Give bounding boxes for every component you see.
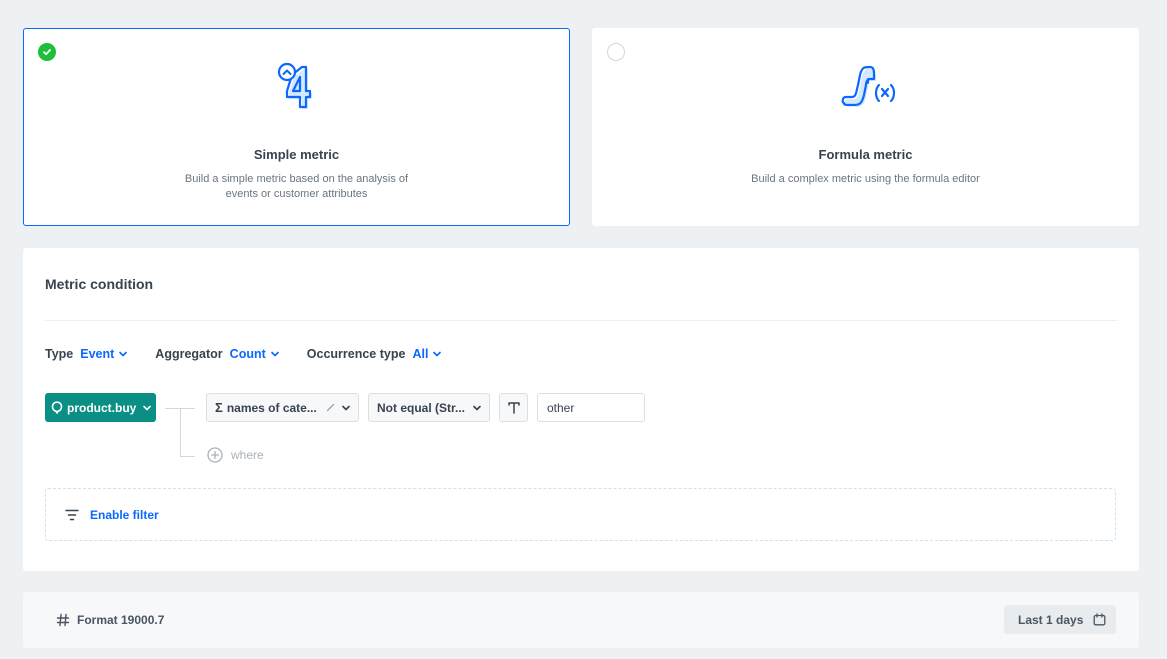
divider bbox=[45, 320, 1117, 321]
metric-condition-panel: Metric condition Type Event Aggregator C… bbox=[23, 248, 1139, 571]
value-type-button[interactable] bbox=[499, 393, 528, 422]
simple-metric-description: Build a simple metric based on the analy… bbox=[184, 173, 409, 200]
date-range-label: Last 1 days bbox=[1018, 612, 1084, 627]
occurrence-type-label: Occurrence type bbox=[306, 347, 406, 361]
chevron-down-icon bbox=[270, 351, 279, 357]
date-range-button[interactable]: Last 1 days bbox=[1004, 605, 1116, 634]
hash-icon bbox=[56, 613, 70, 627]
where-label: where bbox=[231, 448, 264, 462]
format-label: Format 19000.7 bbox=[77, 613, 165, 627]
chevron-down-icon bbox=[342, 405, 350, 410]
chevron-down-icon bbox=[433, 351, 442, 357]
radio-unchecked-icon[interactable] bbox=[607, 43, 625, 61]
simple-metric-card[interactable]: Simple metric Build a simple metric base… bbox=[23, 28, 570, 226]
chevron-down-icon bbox=[119, 351, 128, 357]
formula-metric-card[interactable]: Formula metric Build a complex metric us… bbox=[592, 28, 1139, 226]
enable-filter-label: Enable filter bbox=[90, 507, 159, 522]
plus-circle-icon bbox=[207, 447, 223, 463]
chevron-down-icon bbox=[143, 405, 152, 410]
filter-icon bbox=[65, 509, 79, 520]
text-type-icon bbox=[507, 401, 520, 414]
event-bubble-icon bbox=[51, 401, 63, 414]
event-label: product.buy bbox=[67, 400, 137, 415]
section-title: Metric condition bbox=[45, 276, 154, 292]
metric-footer: Format 19000.7 Last 1 days bbox=[23, 592, 1139, 648]
occurrence-type-param: Occurrence type All bbox=[307, 347, 442, 361]
aggregator-dropdown[interactable]: Count bbox=[230, 347, 279, 361]
formula-metric-description: Build a complex metric using the formula… bbox=[751, 173, 980, 185]
type-param: Type Event bbox=[45, 347, 128, 361]
format-button[interactable]: Format 19000.7 bbox=[56, 613, 164, 627]
add-where-button[interactable]: where bbox=[207, 447, 264, 463]
selected-check-icon bbox=[38, 43, 56, 61]
simple-metric-title: Simple metric bbox=[253, 147, 340, 162]
tree-connector bbox=[180, 408, 181, 456]
chevron-down-icon bbox=[473, 405, 481, 410]
sigma-icon: Σ bbox=[215, 400, 223, 415]
event-selector-button[interactable]: product.buy bbox=[45, 393, 156, 422]
filter-section: Enable filter bbox=[45, 488, 1116, 541]
attribute-select[interactable]: Σ names of cate... bbox=[206, 393, 359, 422]
occurrence-type-dropdown[interactable]: All bbox=[412, 347, 442, 361]
type-dropdown[interactable]: Event bbox=[80, 347, 128, 361]
attribute-label: names of cate... bbox=[226, 400, 317, 415]
edit-icon[interactable] bbox=[326, 403, 335, 412]
value-input[interactable] bbox=[537, 393, 645, 422]
operator-select[interactable]: Not equal (Str... bbox=[368, 393, 490, 422]
enable-filter-button[interactable]: Enable filter bbox=[65, 508, 159, 522]
tree-connector bbox=[180, 456, 195, 457]
aggregator-label: Aggregator bbox=[155, 347, 223, 361]
aggregator-param: Aggregator Count bbox=[155, 347, 279, 361]
formula-metric-icon bbox=[841, 65, 895, 107]
condition-params: Type Event Aggregator Count Occurrence t… bbox=[45, 347, 469, 361]
simple-metric-icon bbox=[277, 62, 312, 109]
calendar-icon bbox=[1093, 613, 1106, 626]
operator-label: Not equal (Str... bbox=[377, 400, 466, 415]
type-label: Type bbox=[45, 347, 74, 361]
formula-metric-title: Formula metric bbox=[818, 147, 913, 162]
